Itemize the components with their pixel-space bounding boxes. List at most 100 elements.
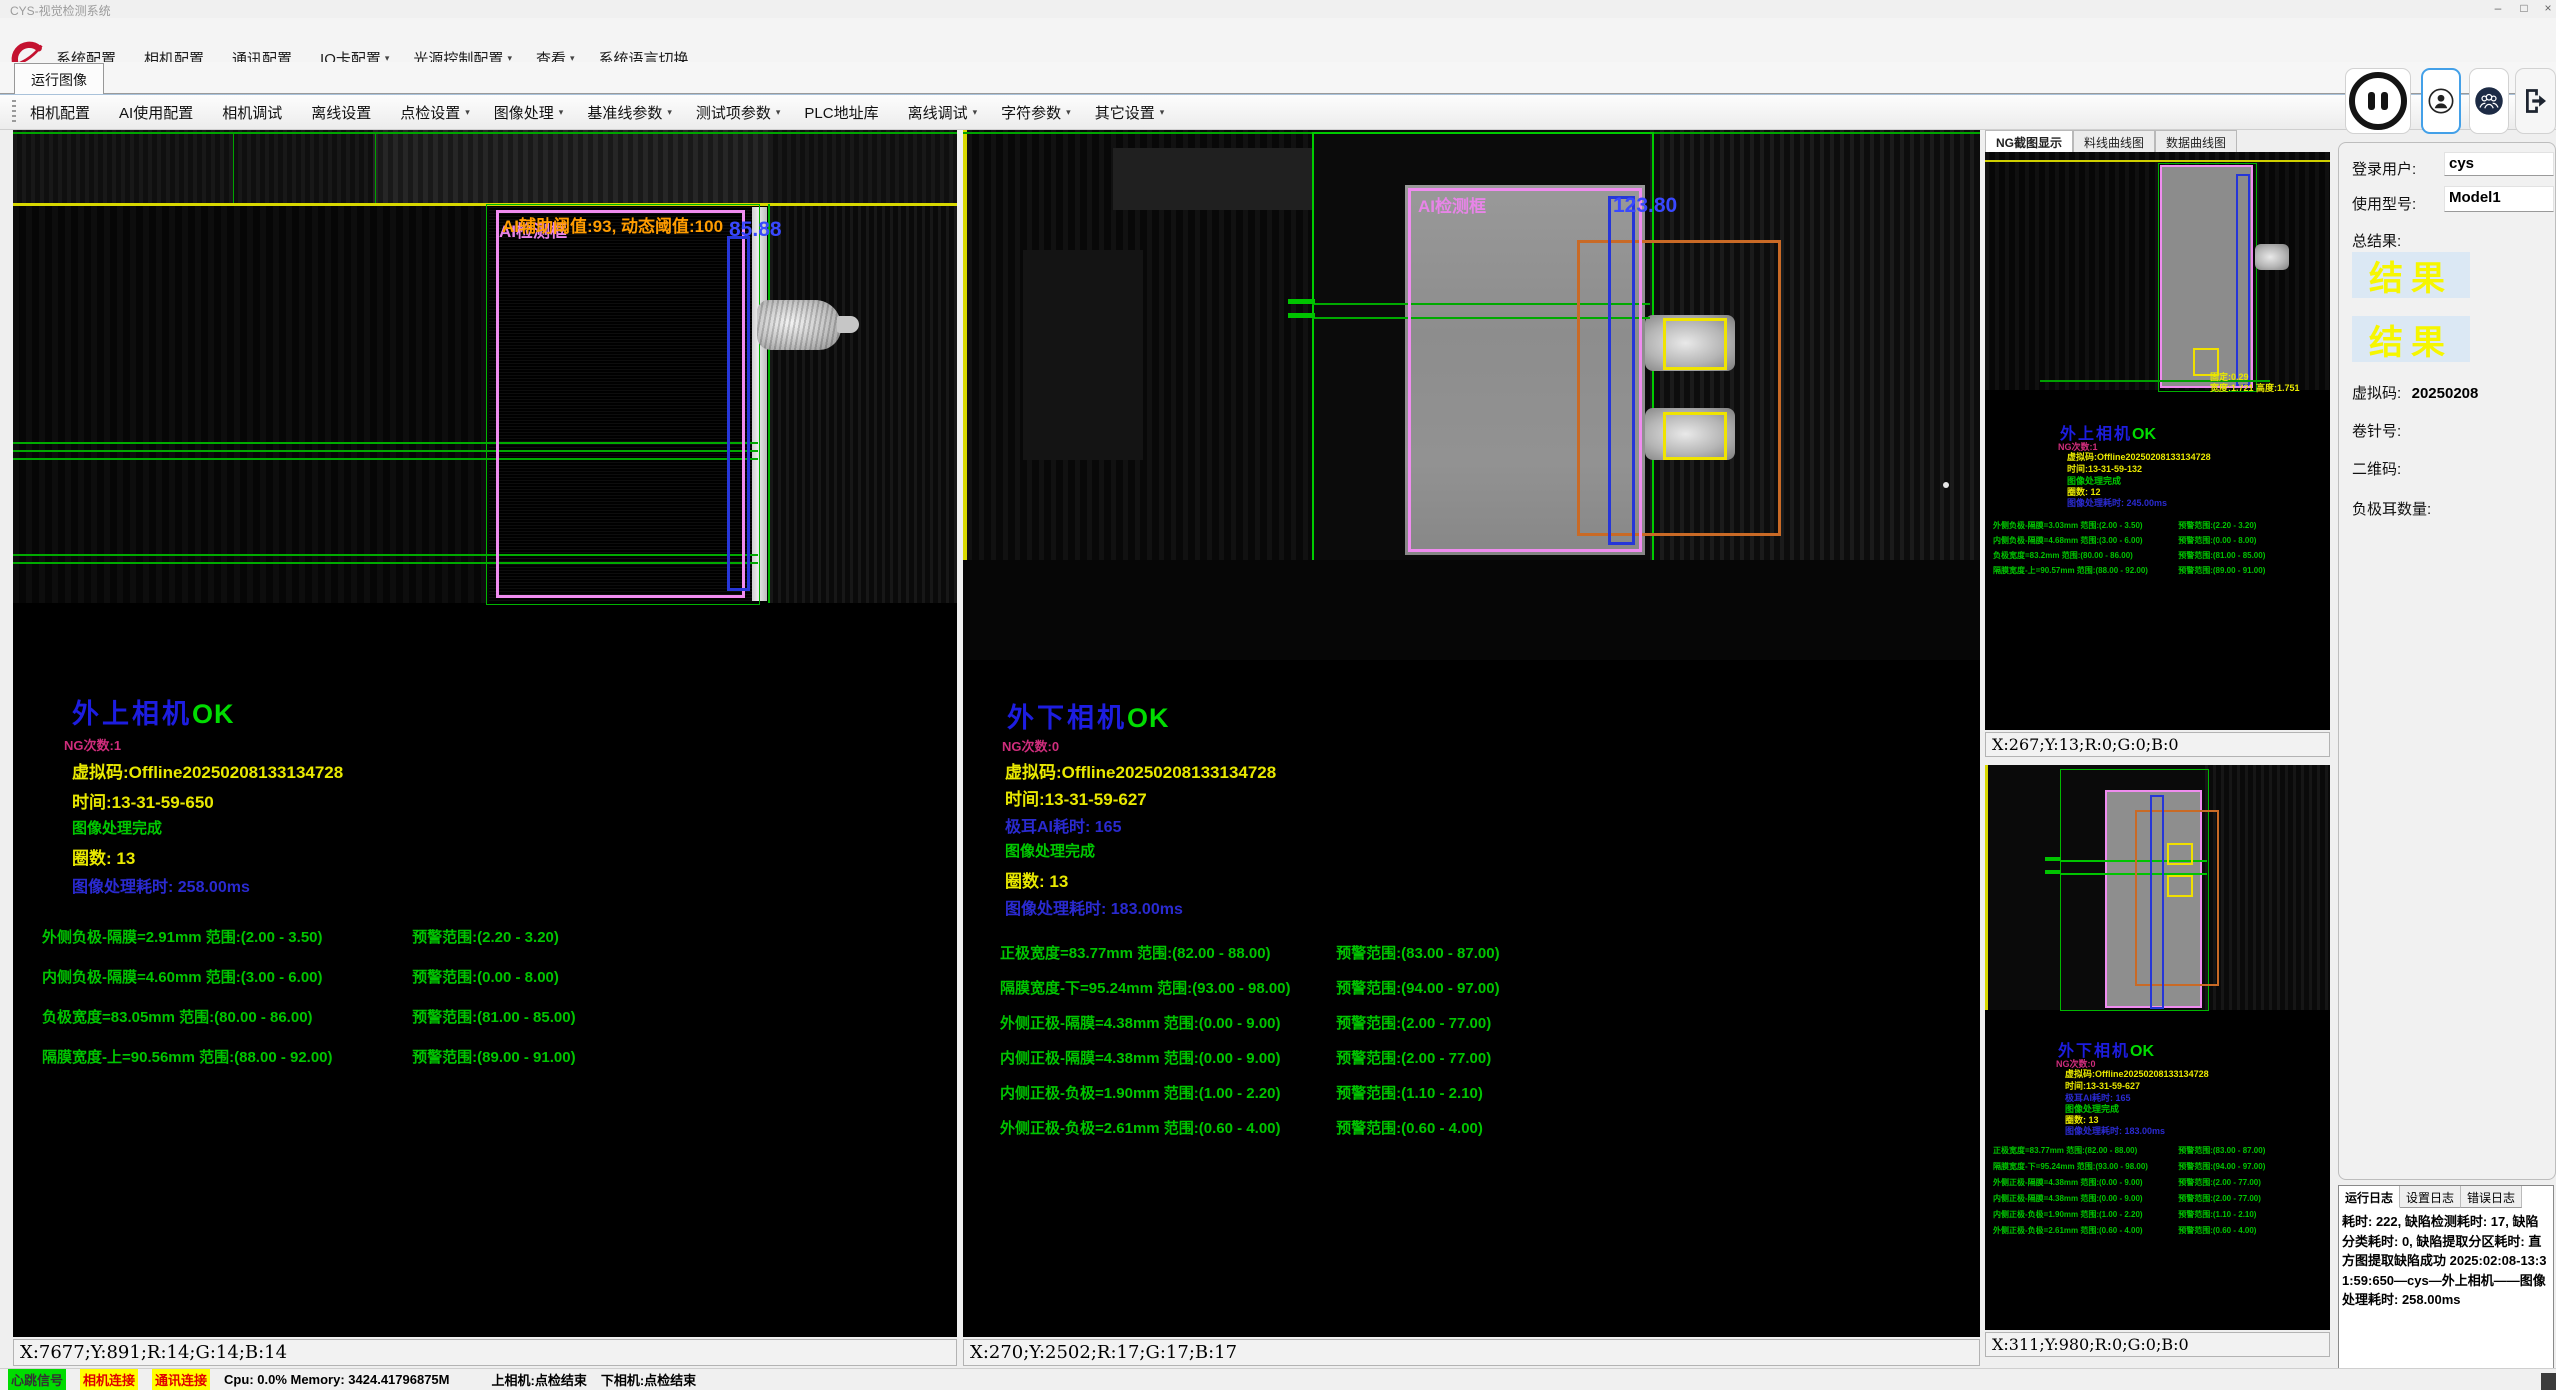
frame-time: 时间:13-31-59-650: [72, 788, 214, 813]
cursor-readout-lower: X:270;Y:2502;R:17;G:17;B:17: [963, 1339, 1980, 1366]
toolbar-item[interactable]: AI使用配置: [119, 102, 198, 123]
camera-status-title: 外下相机OK: [1007, 696, 1170, 735]
measurement-row: 内侧正极-负极=1.90mm 范围:(1.00 - 2.20) 预警范围:(1.…: [1000, 1076, 1500, 1111]
toolbar-item[interactable]: 测试项参数 ▾: [696, 102, 781, 123]
log-tab-strip: 运行日志 设置日志 错误日志: [2339, 1186, 2553, 1208]
heartbeat-indicator: 心跳信号: [8, 1369, 66, 1390]
user-login-button[interactable]: [2421, 68, 2461, 134]
chevron-down-icon: ▾: [1160, 107, 1165, 118]
baseline-yellow: [963, 130, 967, 560]
comm-link-indicator: 通讯连接: [152, 1369, 210, 1390]
chevron-down-icon: ▾: [776, 107, 781, 118]
minimize-button[interactable]: –: [2488, 1, 2508, 17]
measurement-row: 外侧负极-隔膜=2.91mm 范围:(2.00 - 3.50) 预警范围:(2.…: [42, 918, 576, 958]
toolbar-item[interactable]: 点检设置 ▾: [400, 102, 470, 123]
camera-status-title: 外上相机OK: [72, 692, 235, 731]
measurement-row: 内侧正极-隔膜=4.38mm 范围:(0.00 - 9.00) 预警范围:(2.…: [1993, 1191, 2265, 1207]
users-group-icon: [2474, 86, 2504, 116]
window-title: CYS-视觉检测系统: [10, 2, 111, 19]
measurement-row: 外侧正极-负极=2.61mm 范围:(0.60 - 4.00) 预警范围:(0.…: [1000, 1111, 1500, 1146]
ai-detect-box-pink: [496, 210, 745, 598]
model-field[interactable]: Model1: [2444, 186, 2554, 212]
measurement-row: 隔膜宽度-下=95.24mm 范围:(93.00 - 98.00) 预警范围:(…: [1000, 971, 1500, 1006]
chevron-down-icon: ▾: [1066, 107, 1071, 118]
measurement-row: 负极宽度=83.2mm 范围:(80.00 - 86.00) 预警范围:(81.…: [1993, 548, 2265, 563]
process-elapsed: 图像处理耗时: 183.00ms: [1005, 895, 1183, 919]
lug-box-yellow: [1663, 318, 1727, 370]
ai-threshold-text: AI辅助阈值:93, 动态阈值:100: [502, 212, 723, 237]
measurement-row: 内侧正极-隔膜=4.38mm 范围:(0.00 - 9.00) 预警范围:(2.…: [1000, 1041, 1500, 1076]
toolbar-item[interactable]: 离线调试 ▾: [908, 102, 978, 123]
ng-count: NG次数:0: [1002, 736, 1059, 755]
measurement-row: 外侧正极-隔膜=4.38mm 范围:(0.00 - 9.00) 预警范围:(2.…: [1000, 1006, 1500, 1041]
process-done: 图像处理完成: [72, 817, 162, 838]
cursor-readout-ng-upper: X:267;Y:13;R:0;G:0;B:0: [1985, 732, 2330, 757]
process-done: 图像处理完成: [1005, 840, 1095, 861]
ng-snapshot-upper[interactable]: 固定:0.29 宽度:1.721 高度:1.751 外上相机OK NG次数:1 …: [1985, 152, 2330, 730]
reference-line: [13, 132, 957, 134]
result-indicator-upper: 结果: [2352, 252, 2470, 298]
user-manage-button[interactable]: [2469, 68, 2509, 134]
tab-run-log[interactable]: 运行日志: [2339, 1186, 2400, 1208]
measurement-row: 负极宽度=83.05mm 范围:(80.00 - 86.00) 预警范围:(81…: [42, 998, 576, 1038]
ng-count: NG次数:1: [64, 735, 121, 754]
ng-snapshot-lower[interactable]: 外下相机OK NG次数:0 虚拟码:Offline202502081331347…: [1985, 765, 2330, 1330]
tab-error-log[interactable]: 错误日志: [2461, 1186, 2522, 1208]
tab-material-curve[interactable]: 料线曲线图: [2073, 130, 2155, 152]
measurement-list: 正极宽度=83.77mm 范围:(82.00 - 88.00) 预警范围:(83…: [1993, 1143, 2265, 1239]
measurement-row: 正极宽度=83.77mm 范围:(82.00 - 88.00) 预警范围:(83…: [1993, 1143, 2265, 1159]
measurement-row: 内侧负极-隔膜=4.68mm 范围:(3.00 - 6.00) 预警范围:(0.…: [1993, 533, 2265, 548]
turn-count: 圈数: 13: [1005, 867, 1068, 892]
measurement-row: 内侧负极-隔膜=4.60mm 范围:(3.00 - 6.00) 预警范围:(0.…: [42, 958, 576, 998]
toolbar-grip-handle[interactable]: [12, 100, 16, 124]
log-text: 耗时: 222, 缺陷检测耗时: 17, 缺陷分类耗时: 0, 缺陷提取分区耗时…: [2339, 1208, 2553, 1314]
toolbar-item[interactable]: PLC地址库: [804, 102, 883, 123]
resize-grip[interactable]: [2541, 1373, 2556, 1390]
toolbar-item[interactable]: 图像处理 ▾: [494, 102, 564, 123]
exit-button[interactable]: [2515, 68, 2556, 134]
close-button[interactable]: ×: [2538, 1, 2556, 17]
tab-data-curve[interactable]: 数据曲线图: [2155, 130, 2237, 152]
model-label: 使用型号:: [2352, 193, 2416, 214]
toolbar-item[interactable]: 离线设置: [311, 102, 376, 123]
tab-ng-snapshot[interactable]: NG截图显示: [1985, 130, 2073, 152]
upper-camera-viewport[interactable]: AI检测框 AI辅助阈值:93, 动态阈值:100 85.88 外上相机OK N…: [13, 130, 957, 1337]
lower-camera-viewport[interactable]: AI检测框 123.80 外下相机OK NG次数:0 虚拟码:Offline20…: [963, 130, 1980, 1337]
cpu-memory-readout: Cpu: 0.0% Memory: 3424.41796875M: [224, 1372, 449, 1387]
measurement-list: 外侧负极-隔膜=3.03mm 范围:(2.00 - 3.50) 预警范围:(2.…: [1993, 518, 2265, 578]
tab-run-image[interactable]: 运行图像: [14, 63, 104, 95]
measure-box-blue: [1608, 196, 1635, 545]
chevron-down-icon: ▾: [559, 107, 564, 118]
virtual-code-value: 20250208: [2412, 385, 2479, 402]
measure-value: 85.88: [729, 218, 782, 242]
measure-box-blue: [727, 236, 750, 591]
tab-settings-log[interactable]: 设置日志: [2400, 1186, 2461, 1208]
measurement-row: 隔膜宽度-上=90.56mm 范围:(88.00 - 92.00) 预警范围:(…: [42, 1038, 576, 1078]
toolbar-item[interactable]: 字符参数 ▾: [1001, 102, 1071, 123]
toolbar-item[interactable]: 基准线参数 ▾: [587, 102, 672, 123]
user-icon: [2427, 87, 2455, 115]
chevron-down-icon: ▾: [667, 107, 672, 118]
login-user-label: 登录用户:: [2352, 158, 2416, 179]
measurement-row: 内侧正极-负极=1.90mm 范围:(1.00 - 2.20) 预警范围:(1.…: [1993, 1207, 2265, 1223]
neg-tab-count-label: 负极耳数量:: [2352, 498, 2431, 519]
chevron-down-icon: ▾: [465, 107, 470, 118]
virtual-code: 虚拟码:Offline20250208133134728: [72, 758, 343, 783]
pause-button[interactable]: [2345, 68, 2411, 134]
toolbar-item[interactable]: 相机调试: [222, 102, 287, 123]
measurement-row: 外侧正极-负极=2.61mm 范围:(0.60 - 4.00) 预警范围:(0.…: [1993, 1223, 2265, 1239]
cursor-readout-ng-lower: X:311;Y:980;R:0;G:0;B:0: [1985, 1332, 2330, 1357]
lug-box-yellow: [1663, 412, 1727, 460]
status-bar: 心跳信号 相机连接 通讯连接 Cpu: 0.0% Memory: 3424.41…: [0, 1368, 2556, 1390]
roll-pin-label: 卷针号:: [2352, 420, 2401, 441]
pause-icon: [2349, 72, 2407, 130]
turn-count: 圈数: 13: [72, 844, 135, 869]
measurement-list: 正极宽度=83.77mm 范围:(82.00 - 88.00) 预警范围:(83…: [1000, 936, 1500, 1146]
toolbar-item[interactable]: 其它设置 ▾: [1095, 102, 1165, 123]
result-indicator-lower: 结果: [2352, 316, 2470, 362]
qr-code-label: 二维码:: [2352, 458, 2401, 479]
app-window: CYS-视觉检测系统 – □ × 系统配置 相机配置: [0, 0, 2556, 1390]
login-user-field[interactable]: cys: [2444, 152, 2554, 176]
maximize-button[interactable]: □: [2514, 1, 2534, 17]
toolbar-item[interactable]: 相机配置: [30, 102, 95, 123]
